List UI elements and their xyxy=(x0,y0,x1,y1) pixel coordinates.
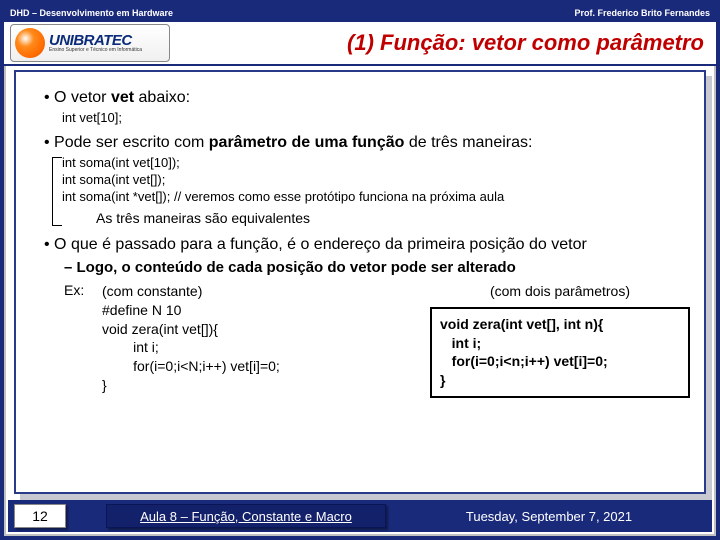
bullet-2: Pode ser escrito com parâmetro de uma fu… xyxy=(44,133,690,153)
prototype-group: int soma(int vet[10]); int soma(int vet[… xyxy=(62,155,690,206)
logo-name: UNIBRATEC xyxy=(49,33,142,48)
logo-subtitle: Ensino Superior e Técnico em Informática xyxy=(49,48,142,53)
slide-frame: DHD – Desenvolvimento em Hardware Prof. … xyxy=(0,0,720,540)
bracket-icon xyxy=(52,157,62,226)
proto-2: int soma(int vet[]); xyxy=(62,172,690,189)
institution-logo: UNIBRATEC Ensino Superior e Técnico em I… xyxy=(10,24,170,62)
title-row: UNIBRATEC Ensino Superior e Técnico em I… xyxy=(4,22,716,66)
content-box: O vetor vet abaixo: int vet[10]; Pode se… xyxy=(14,70,706,494)
top-bar: DHD – Desenvolvimento em Hardware Prof. … xyxy=(4,4,716,22)
bullet-1: O vetor vet abaixo: xyxy=(44,88,690,108)
sub-bullet: Logo, o conteúdo de cada posição do veto… xyxy=(64,259,690,278)
code-decl: int vet[10]; xyxy=(62,110,690,127)
bullet-3: O que é passado para a função, é o ender… xyxy=(44,235,690,255)
example-row: Ex: (com constante) #define N 10 void ze… xyxy=(64,282,690,398)
slide-number: 12 xyxy=(14,504,66,528)
footer-bar: 12 Aula 8 – Função, Constante e Macro Tu… xyxy=(8,500,712,532)
proto-3: int soma(int *vet[]); // veremos como es… xyxy=(62,189,690,206)
course-name: DHD – Desenvolvimento em Hardware xyxy=(10,8,173,18)
example-left: (com constante) #define N 10 void zera(i… xyxy=(102,282,422,398)
equiv-note: As três maneiras são equivalentes xyxy=(96,210,690,228)
lesson-title: Aula 8 – Função, Constante e Macro xyxy=(106,504,386,528)
footer-date: Tuesday, September 7, 2021 xyxy=(386,509,712,524)
proto-1: int soma(int vet[10]); xyxy=(62,155,690,172)
code-box: void zera(int vet[], int n){ int i; for(… xyxy=(430,307,690,399)
slide-title: (1) Função: vetor como parâmetro xyxy=(176,30,716,56)
professor-name: Prof. Frederico Brito Fernandes xyxy=(574,8,710,18)
example-label: Ex: xyxy=(64,282,94,398)
swirl-icon xyxy=(15,28,45,58)
example-right: (com dois parâmetros) void zera(int vet[… xyxy=(430,282,690,398)
